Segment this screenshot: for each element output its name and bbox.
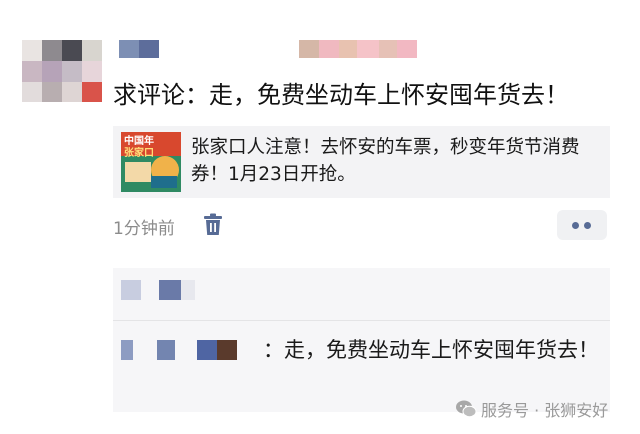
comments-panel: ：走，免费坐动车上怀安囤年货去！ xyxy=(113,268,610,412)
like-avatar-blurred[interactable] xyxy=(121,280,141,300)
svg-text:中国年: 中国年 xyxy=(124,134,154,147)
link-title: 张家口人注意！去怀安的车票，秒变年货节消费券！1月23日开抢。 xyxy=(191,137,580,185)
svg-text:张家口: 张家口 xyxy=(124,146,154,159)
link-card[interactable]: 中国年 张家口 张家口人注意！去怀安的车票，秒变年货节消费券！1月23日开抢。 xyxy=(113,126,610,198)
like-name-blurred[interactable] xyxy=(159,280,181,300)
post-text: 求评论：走，免费坐动车上怀安囤年货去！ xyxy=(113,81,569,109)
trash-icon[interactable] xyxy=(202,213,224,237)
more-button[interactable] xyxy=(557,210,607,240)
more-dot-icon xyxy=(584,222,591,229)
post-time: 1分钟前 xyxy=(113,219,175,239)
comment[interactable]: ：走，免费坐动车上怀安囤年货去！ xyxy=(121,334,601,367)
avatar[interactable] xyxy=(22,40,102,102)
comment-separator: ： xyxy=(263,338,284,362)
more-dot-icon xyxy=(572,222,579,229)
wechat-icon xyxy=(456,400,477,418)
link-thumbnail: 中国年 张家口 xyxy=(121,132,181,192)
username-blurred[interactable] xyxy=(119,40,417,58)
divider xyxy=(113,320,610,321)
likes-row xyxy=(113,268,610,312)
watermark: 服务号 · 张狮安好 xyxy=(455,397,608,421)
watermark-text: 服务号 · 张狮安好 xyxy=(481,401,609,420)
comment-text: 走，免费坐动车上怀安囤年货去！ xyxy=(284,338,599,362)
like-name-blurred[interactable] xyxy=(181,280,195,300)
